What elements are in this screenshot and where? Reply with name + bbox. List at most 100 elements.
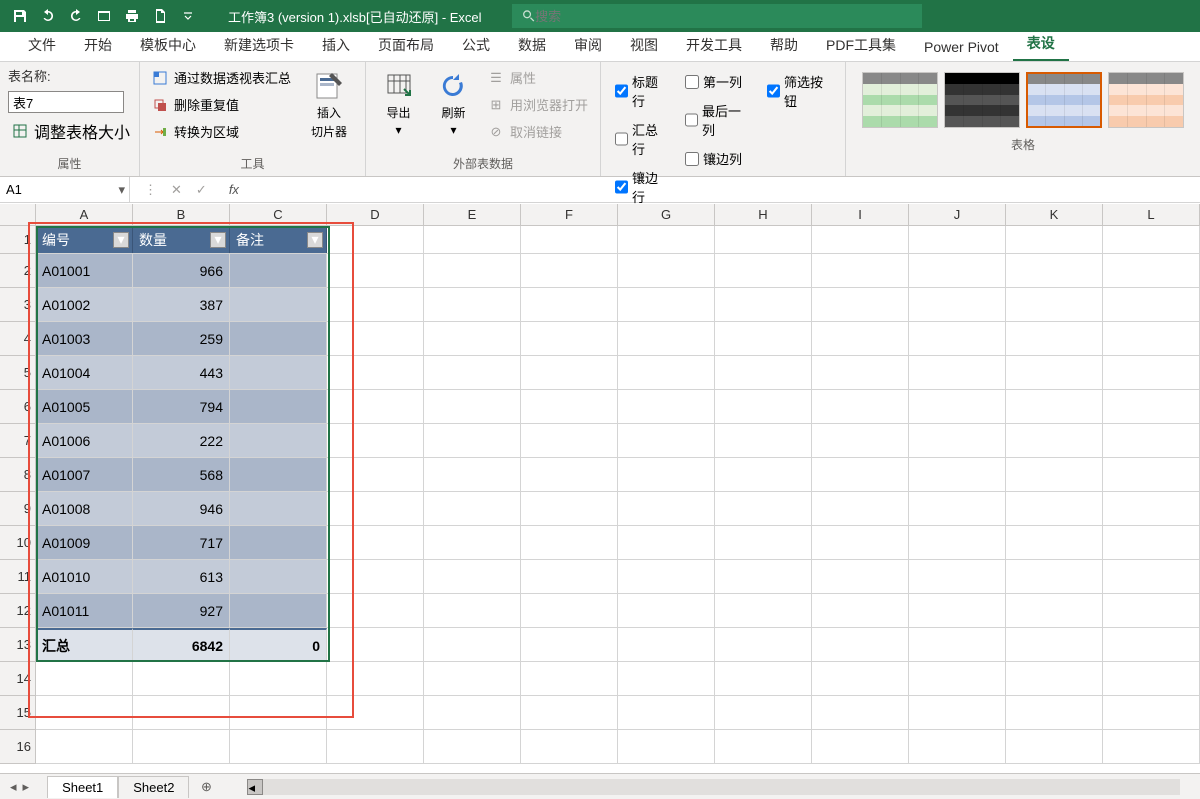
cell[interactable] xyxy=(1006,288,1103,321)
sheet-tab[interactable]: Sheet1 xyxy=(47,776,118,798)
row-header[interactable]: 8 xyxy=(0,458,35,492)
cell[interactable] xyxy=(1103,226,1200,253)
cell[interactable] xyxy=(1103,356,1200,389)
cell[interactable] xyxy=(715,594,812,627)
tab-页面布局[interactable]: 页面布局 xyxy=(364,29,448,61)
cell[interactable] xyxy=(521,526,618,559)
tab-文件[interactable]: 文件 xyxy=(14,29,70,61)
cell[interactable] xyxy=(424,730,521,763)
redo-icon[interactable] xyxy=(66,6,86,26)
cell[interactable] xyxy=(230,730,327,763)
cell[interactable] xyxy=(1103,526,1200,559)
cell[interactable] xyxy=(133,662,230,695)
cells-area[interactable]: 编号▾数量▾备注▾A01001966A01002387A01003259A010… xyxy=(36,226,1200,773)
cell[interactable] xyxy=(424,356,521,389)
cell[interactable] xyxy=(521,696,618,729)
cell[interactable] xyxy=(1103,492,1200,525)
convert-range-button[interactable]: 转换为区域 xyxy=(148,120,295,143)
cell[interactable] xyxy=(812,628,909,661)
cell[interactable] xyxy=(230,662,327,695)
cell[interactable] xyxy=(1006,730,1103,763)
cell[interactable] xyxy=(424,226,521,253)
cell[interactable] xyxy=(424,288,521,321)
cell[interactable] xyxy=(812,424,909,457)
cell[interactable] xyxy=(715,730,812,763)
cell[interactable] xyxy=(715,322,812,355)
insert-slicer-button[interactable]: 插入 切片器 xyxy=(301,66,357,140)
cell[interactable] xyxy=(1103,628,1200,661)
cell[interactable] xyxy=(230,594,327,627)
row-header[interactable]: 3 xyxy=(0,288,35,322)
cell[interactable] xyxy=(1006,424,1103,457)
cell[interactable] xyxy=(909,226,1006,253)
cell[interactable] xyxy=(1006,696,1103,729)
cell[interactable] xyxy=(715,226,812,253)
scroll-left-button[interactable]: ◂ xyxy=(247,779,263,795)
cell[interactable] xyxy=(230,696,327,729)
cell[interactable]: A01002 xyxy=(36,288,133,321)
table-style-swatch[interactable] xyxy=(862,72,938,128)
filter-dropdown-icon[interactable]: ▾ xyxy=(210,232,226,248)
cell[interactable] xyxy=(1103,730,1200,763)
cell[interactable] xyxy=(812,730,909,763)
cell[interactable] xyxy=(1006,226,1103,253)
save-icon[interactable] xyxy=(10,6,30,26)
cell[interactable]: 387 xyxy=(133,288,230,321)
column-header[interactable]: H xyxy=(715,204,812,225)
horizontal-scrollbar[interactable]: ◂ xyxy=(247,779,1180,795)
export-button[interactable]: 导出 ▾ xyxy=(374,66,423,137)
filter-button-checkbox[interactable]: 筛选按钮 xyxy=(761,70,837,112)
cell[interactable] xyxy=(230,390,327,423)
cell[interactable] xyxy=(230,322,327,355)
cell[interactable] xyxy=(1103,458,1200,491)
cell[interactable] xyxy=(909,662,1006,695)
sheet-next-icon[interactable]: ▸ xyxy=(23,779,30,795)
cell[interactable] xyxy=(521,594,618,627)
column-header[interactable]: F xyxy=(521,204,618,225)
cell[interactable] xyxy=(424,458,521,491)
cell[interactable] xyxy=(230,560,327,593)
resize-table-button[interactable]: 调整表格大小 xyxy=(8,117,134,145)
cell[interactable] xyxy=(812,458,909,491)
cell[interactable] xyxy=(424,254,521,287)
cell[interactable] xyxy=(618,424,715,457)
cell[interactable] xyxy=(327,288,424,321)
cell[interactable] xyxy=(618,356,715,389)
cell[interactable] xyxy=(1006,594,1103,627)
cell[interactable] xyxy=(909,390,1006,423)
cell[interactable] xyxy=(133,730,230,763)
cell[interactable] xyxy=(715,662,812,695)
cell[interactable] xyxy=(909,696,1006,729)
cell[interactable] xyxy=(812,226,909,253)
cell[interactable]: 717 xyxy=(133,526,230,559)
summarize-pivot-button[interactable]: 通过数据透视表汇总 xyxy=(148,66,295,89)
cell[interactable] xyxy=(133,696,230,729)
cell[interactable] xyxy=(715,696,812,729)
cell[interactable] xyxy=(36,730,133,763)
cell[interactable] xyxy=(812,322,909,355)
search-box[interactable] xyxy=(512,4,922,28)
cell[interactable] xyxy=(424,696,521,729)
cell[interactable] xyxy=(230,458,327,491)
cell[interactable] xyxy=(521,560,618,593)
cell[interactable] xyxy=(1103,390,1200,423)
row-header[interactable]: 16 xyxy=(0,730,35,764)
chevron-down-icon[interactable]: ▾ xyxy=(118,182,125,198)
cell[interactable] xyxy=(327,424,424,457)
cell[interactable] xyxy=(230,254,327,287)
cell[interactable]: A01004 xyxy=(36,356,133,389)
fx-icon[interactable]: fx xyxy=(221,177,247,202)
cell[interactable] xyxy=(909,560,1006,593)
cell[interactable] xyxy=(1103,322,1200,355)
refresh-button[interactable]: 刷新 ▾ xyxy=(429,66,478,137)
column-header[interactable]: G xyxy=(618,204,715,225)
cell[interactable] xyxy=(424,526,521,559)
cell[interactable] xyxy=(812,560,909,593)
cell[interactable] xyxy=(618,662,715,695)
row-header[interactable]: 6 xyxy=(0,390,35,424)
cell[interactable] xyxy=(812,356,909,389)
cell[interactable] xyxy=(618,390,715,423)
filter-dropdown-icon[interactable]: ▾ xyxy=(113,232,129,248)
cell[interactable]: 编号▾ xyxy=(36,226,133,253)
cell[interactable]: A01009 xyxy=(36,526,133,559)
